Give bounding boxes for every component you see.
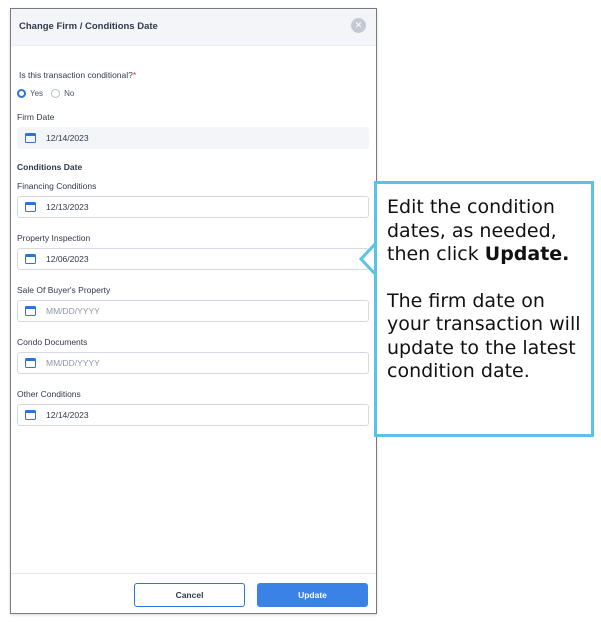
other-conditions-value[interactable]: 12/14/2023 [46,410,89,420]
financing-conditions-field[interactable]: 12/13/2023 [17,196,369,218]
calendar-icon [25,133,36,143]
callout-update-emphasis: Update. [484,243,570,265]
condo-documents-label: Condo Documents [17,337,88,347]
conditional-radio-group: Yes No [17,88,82,98]
callout-note: The firm date on your transaction will u… [387,289,581,383]
financing-conditions-label: Financing Conditions [17,181,97,191]
dialog-title: Change Firm / Conditions Date [19,21,158,32]
instruction-callout: Edit the condition dates, as needed, the… [374,181,594,437]
calendar-icon[interactable] [25,306,36,316]
conditional-question-text: Is this transaction conditional? [19,70,133,80]
cancel-button[interactable]: Cancel [134,583,245,607]
property-inspection-label: Property Inspection [17,233,91,243]
property-inspection-field[interactable]: 12/06/2023 [17,248,369,270]
firm-date-label: Firm Date [17,112,55,122]
calendar-icon[interactable] [25,202,36,212]
calendar-icon[interactable] [25,410,36,420]
calendar-icon[interactable] [25,358,36,368]
other-conditions-field[interactable]: 12/14/2023 [17,404,369,426]
dialog-footer: Cancel Update [11,573,376,613]
callout-instruction: Edit the condition dates, as needed, the… [387,196,581,267]
sale-of-buyers-property-placeholder[interactable]: MM/DD/YYYY [46,306,100,316]
radio-no-label[interactable]: No [64,89,74,98]
property-inspection-value[interactable]: 12/06/2023 [46,254,89,264]
change-date-dialog: Change Firm / Conditions Date ✕ Is this … [10,8,377,614]
condo-documents-field[interactable]: MM/DD/YYYY [17,352,369,374]
conditions-heading: Conditions Date [17,162,83,172]
condo-documents-placeholder[interactable]: MM/DD/YYYY [46,358,100,368]
sale-of-buyers-property-field[interactable]: MM/DD/YYYY [17,300,369,322]
radio-no[interactable] [51,88,61,98]
other-conditions-label: Other Conditions [17,389,81,399]
update-button[interactable]: Update [257,583,368,607]
radio-yes[interactable] [17,88,26,98]
required-mark: * [132,70,137,80]
radio-yes-label[interactable]: Yes [30,89,43,98]
close-icon[interactable]: ✕ [351,18,366,33]
sale-of-buyers-property-label: Sale Of Buyer's Property [17,285,111,295]
firm-date-field: 12/14/2023 [17,127,369,149]
conditional-question: Is this transaction conditional?* [19,70,136,80]
dialog-header: Change Firm / Conditions Date ✕ [11,9,376,46]
calendar-icon[interactable] [25,254,36,264]
firm-date-value: 12/14/2023 [46,133,89,143]
financing-conditions-value[interactable]: 12/13/2023 [46,202,89,212]
